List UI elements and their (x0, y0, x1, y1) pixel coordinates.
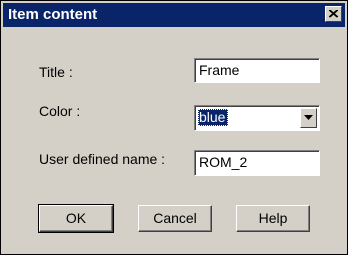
user-defined-name-value: ROM_2 (199, 154, 248, 170)
title-input-value: Frame (199, 62, 240, 78)
user-defined-name-input[interactable]: ROM_2 (194, 150, 320, 176)
cancel-button[interactable]: Cancel (138, 205, 212, 232)
help-button[interactable]: Help (236, 205, 310, 232)
close-button[interactable] (325, 6, 342, 22)
color-select-value: blue (198, 109, 229, 126)
item-content-dialog: Item content Title : Frame Color : blue … (0, 0, 348, 255)
title-input[interactable]: Frame (194, 58, 320, 83)
ok-button[interactable]: OK (38, 204, 114, 233)
title-bar[interactable]: Item content (3, 3, 345, 27)
color-dropdown-button[interactable] (300, 108, 317, 128)
close-icon (329, 10, 338, 18)
user-defined-name-label: User defined name : (39, 151, 166, 167)
title-label: Title : (39, 64, 73, 80)
color-select[interactable]: blue (194, 105, 320, 131)
chevron-down-icon (304, 115, 313, 120)
color-label: Color : (39, 103, 81, 119)
dialog-title: Item content (8, 6, 98, 23)
